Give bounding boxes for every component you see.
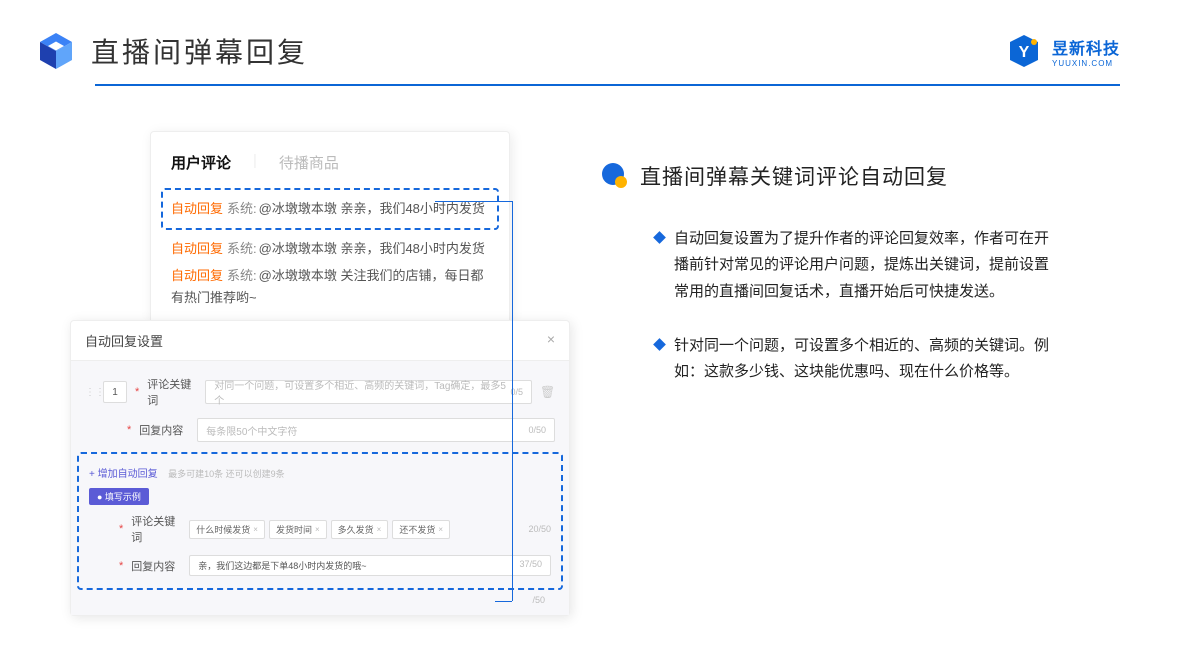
bottom-count: /50	[85, 590, 555, 605]
diamond-bullet-icon	[653, 338, 666, 351]
section-title: 直播间弹幕关键词评论自动回复	[640, 161, 948, 191]
auto-reply-settings-panel: 自动回复设置 × ⋮⋮ 1 * 评论关键词 对同一个问题，可设置多个相近、高频的…	[70, 320, 570, 616]
message-text: @冰墩墩本墩 亲亲，我们48小时内发货	[259, 241, 485, 256]
system-tag: 系统:	[227, 268, 257, 283]
required-marker: *	[119, 523, 123, 535]
keyword-input[interactable]: 对同一个问题，可设置多个相近、高频的关键词，Tag确定，最多5个 0/5	[205, 380, 532, 404]
settings-title: 自动回复设置	[85, 331, 163, 350]
drag-handle-icon[interactable]: ⋮⋮	[85, 387, 95, 398]
required-marker: *	[119, 560, 123, 572]
reply-count: 0/50	[528, 425, 546, 435]
example-keyword-count: 20/50	[528, 524, 551, 534]
add-auto-reply-link[interactable]: + 增加自动回复	[89, 469, 158, 480]
brand-sub: YUUXIN.COM	[1052, 59, 1113, 68]
example-reply-count: 37/50	[519, 559, 542, 572]
reply-label: 回复内容	[139, 422, 189, 438]
example-section: + 增加自动回复 最多可建10条 还可以创建9条 ● 填写示例 * 评论关键词 …	[77, 452, 563, 590]
bullet-text-1: 自动回复设置为了提升作者的评论回复效率，作者可在开播前针对常见的评论用户问题，提…	[674, 226, 1060, 305]
example-reply-input[interactable]: 亲，我们这边都是下单48小时内发货的哦~ 37/50	[189, 555, 551, 576]
required-marker: *	[127, 424, 131, 436]
tag-remove-icon[interactable]: ×	[253, 525, 258, 534]
keyword-tag[interactable]: 发货时间×	[269, 520, 327, 539]
reply-input[interactable]: 每条限50个中文字符 0/50	[197, 418, 555, 442]
tab-pending-products[interactable]: 待播商品	[279, 152, 339, 173]
diamond-bullet-icon	[653, 231, 666, 244]
comments-panel: 用户评论 | 待播商品 自动回复系统:@冰墩墩本墩 亲亲，我们48小时内发货 自…	[150, 131, 510, 325]
page-title: 直播间弹幕回复	[91, 31, 308, 71]
tag-remove-icon[interactable]: ×	[438, 525, 443, 534]
add-hint: 最多可建10条 还可以创建9条	[168, 469, 285, 479]
cube-icon	[35, 30, 77, 72]
tag-remove-icon[interactable]: ×	[315, 525, 320, 534]
reply-placeholder: 每条限50个中文字符	[206, 423, 297, 438]
trash-icon[interactable]: 🗑	[540, 385, 555, 399]
bullet-text-2: 针对同一个问题，可设置多个相近的、高频的关键词。例如：这款多少钱、这块能优惠吗、…	[674, 333, 1060, 386]
example-keyword-label: 评论关键词	[131, 513, 181, 545]
auto-reply-tag: 自动回复	[171, 241, 223, 256]
section-bubble-icon	[600, 162, 628, 190]
connector-line	[512, 201, 513, 601]
keyword-tag[interactable]: 多久发货×	[331, 520, 389, 539]
rule-number: 1	[103, 381, 127, 403]
system-tag: 系统:	[227, 201, 257, 216]
connector-line	[495, 601, 512, 602]
auto-reply-tag: 自动回复	[171, 201, 223, 216]
svg-text:Y: Y	[1019, 44, 1030, 61]
auto-reply-tag: 自动回复	[171, 268, 223, 283]
close-icon[interactable]: ×	[547, 331, 555, 350]
keyword-label: 评论关键词	[147, 376, 197, 408]
brand-logo: Y 昱新科技 YUUXIN.COM	[1006, 33, 1120, 69]
brand-icon: Y	[1006, 33, 1042, 69]
keyword-tag[interactable]: 什么时候发货×	[189, 520, 265, 539]
keyword-placeholder: 对同一个问题，可设置多个相近、高频的关键词，Tag确定，最多5个	[214, 377, 510, 407]
system-tag: 系统:	[227, 241, 257, 256]
keyword-tag[interactable]: 还不发货×	[392, 520, 450, 539]
tab-separator: |	[253, 152, 257, 173]
example-reply-text: 亲，我们这边都是下单48小时内发货的哦~	[198, 559, 366, 572]
example-badge: ● 填写示例	[89, 488, 149, 505]
tab-user-comments[interactable]: 用户评论	[171, 152, 231, 173]
message-text: @冰墩墩本墩 亲亲，我们48小时内发货	[259, 201, 485, 216]
keyword-tags: 什么时候发货× 发货时间× 多久发货× 还不发货×	[189, 520, 520, 539]
tag-remove-icon[interactable]: ×	[377, 525, 382, 534]
highlighted-message: 自动回复系统:@冰墩墩本墩 亲亲，我们48小时内发货	[161, 188, 499, 230]
connector-line	[435, 201, 512, 202]
example-reply-label: 回复内容	[131, 558, 181, 574]
brand-name: 昱新科技	[1052, 35, 1120, 59]
required-marker: *	[135, 386, 139, 398]
